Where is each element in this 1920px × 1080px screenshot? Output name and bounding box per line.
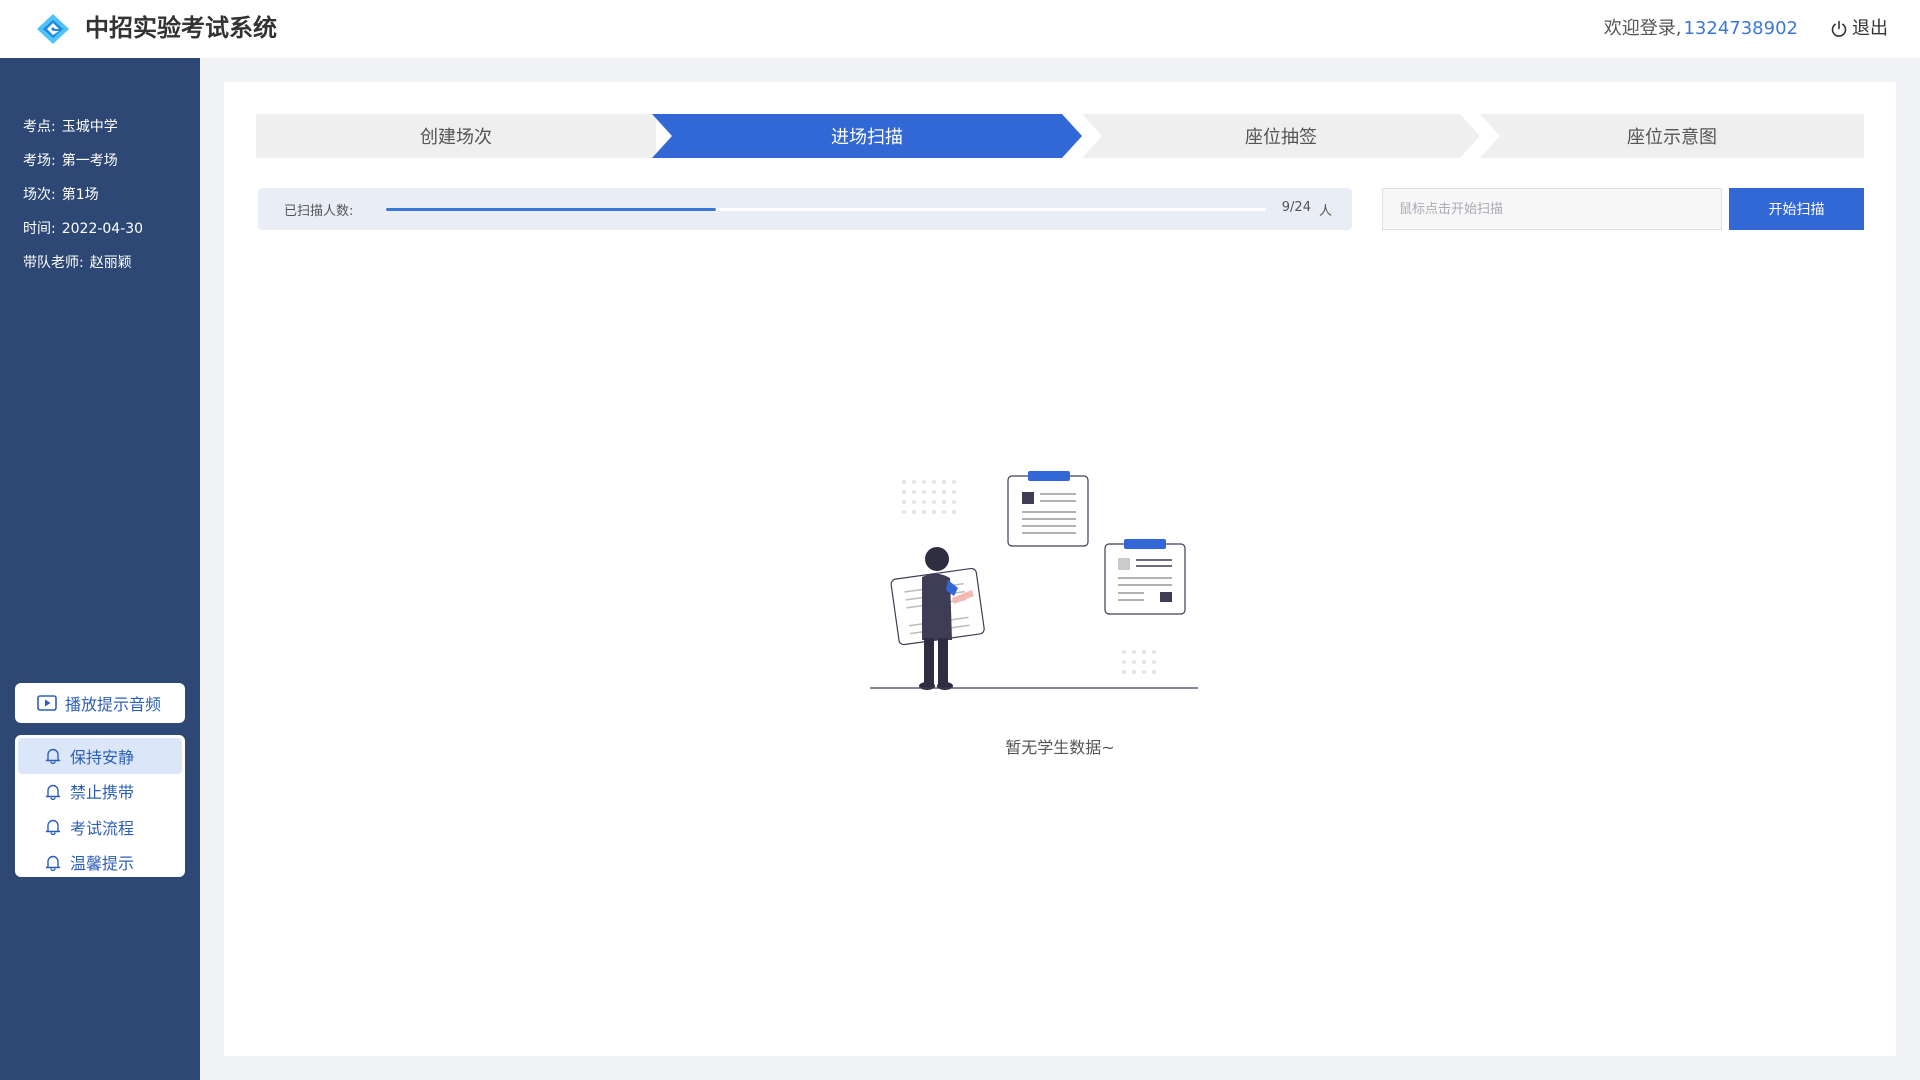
bell-icon [45,855,61,871]
sidebar: 考点: 玉城中学 考场: 第一考场 场次: 第1场 时间: 2022-04-30 带队老… [0,58,200,1080]
power-icon [1831,20,1847,37]
video-play-icon [37,695,57,711]
progress-fill [386,208,716,211]
logout-button[interactable]: 退出 [1830,16,1888,42]
welcome-text: 欢迎登录, [1603,18,1682,39]
step-entry-scan[interactable]: 进场扫描 [652,114,1082,158]
progress-label: 已扫描人数: [284,204,354,219]
top-header: 中招实验考试系统 欢迎登录, 1324738902 退出 [0,0,1920,58]
bell-icon [45,784,61,800]
audio-item-keep-quiet[interactable]: 保持安静 [18,738,182,774]
step-seat-draw[interactable]: 座位抽签 [1082,114,1480,158]
progress-track [386,208,1266,211]
main-panel: 创建场次 进场扫描 座位抽签 座位示意图 已扫描人数: 9/24 人 开始扫描 [224,82,1896,1056]
exam-info: 考点: 玉城中学 考场: 第一考场 场次: 第1场 时间: 2022-04-30 带队老… [23,110,143,280]
app-title: 中招实验考试系统 [85,14,277,42]
play-audio-button[interactable]: 播放提示音频 [15,683,185,723]
info-exam-room: 考场: 第一考场 [23,153,118,169]
step-bar: 创建场次 进场扫描 座位抽签 座位示意图 [256,114,1864,158]
empty-state-illustration [870,471,1198,690]
welcome-message: 欢迎登录, 1324738902 [1604,16,1798,42]
scan-input[interactable] [1382,188,1722,230]
audio-item-warm-tips[interactable]: 温馨提示 [15,845,185,881]
info-exam-site: 考点: 玉城中学 [23,119,118,135]
info-session: 场次: 第1场 [23,187,99,203]
audio-item-exam-process[interactable]: 考试流程 [15,809,185,845]
bell-icon [45,820,61,836]
progress-count-text: 9/24 [1281,200,1311,215]
audio-list: 保持安静 禁止携带 考试流程 温馨提示 [15,735,185,877]
username: 1324738902 [1683,18,1798,39]
step-seat-map[interactable]: 座位示意图 [1480,114,1864,158]
logout-label: 退出 [1852,18,1888,39]
info-date: 时间: 2022-04-30 [23,221,144,237]
progress-count: 9/24 人 [1282,200,1332,219]
start-scan-button[interactable]: 开始扫描 [1729,188,1864,230]
logo-icon [37,14,69,44]
step-create-session[interactable]: 创建场次 [256,114,656,158]
scan-progress: 已扫描人数: 9/24 人 [258,188,1352,230]
play-audio-label: 播放提示音频 [65,695,162,714]
empty-state-message: 暂无学生数据~ [1005,738,1115,757]
progress-unit: 人 [1318,204,1332,219]
info-teacher: 带队老师: 赵丽颖 [23,255,132,271]
bell-icon [45,749,61,765]
audio-item-no-carry[interactable]: 禁止携带 [15,774,185,810]
